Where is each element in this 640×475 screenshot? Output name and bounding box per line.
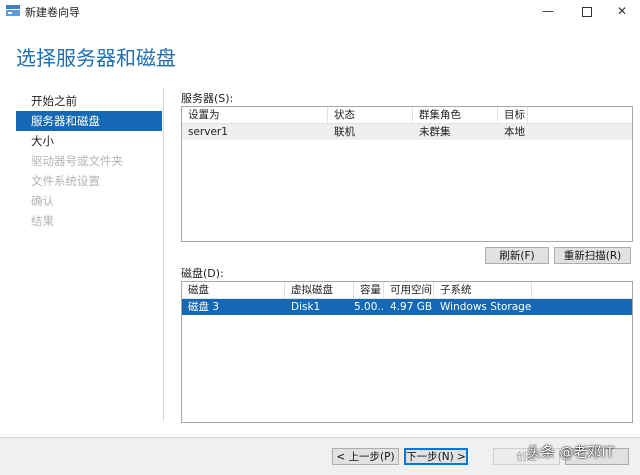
column-header-disk[interactable]: 磁盘 xyxy=(182,282,285,298)
table-row[interactable]: server1 联机 未群集 本地 xyxy=(182,124,632,140)
column-header-target[interactable]: 目标 xyxy=(498,107,528,123)
close-icon: ✕ xyxy=(616,4,628,18)
servers-table-header: 设置为 状态 群集角色 目标 xyxy=(182,107,632,124)
previous-button[interactable]: < 上一步(P) xyxy=(332,448,399,465)
watermark-text: 头条 @老邓IT xyxy=(527,445,615,461)
nav-divider xyxy=(163,88,164,421)
server-name-cell: server1 xyxy=(188,126,228,138)
wizard-steps-nav: 开始之前 服务器和磁盘 大小 驱动器号或文件夹 文件系统设置 确认 结果 xyxy=(16,91,162,231)
column-header-status[interactable]: 状态 xyxy=(328,107,413,123)
virtual-disk-cell: Disk1 xyxy=(291,301,321,313)
rescan-button[interactable]: 重新扫描(R) xyxy=(554,247,631,264)
capacity-cell: 5.00... xyxy=(354,301,384,313)
page-title: 选择服务器和磁盘 xyxy=(16,46,176,70)
servers-label: 服务器(S): xyxy=(181,92,234,105)
minimize-icon: — xyxy=(542,4,554,18)
nav-item-confirmation: 确认 xyxy=(31,194,54,208)
nav-item-file-system: 文件系统设置 xyxy=(31,174,100,188)
subsystem-cell: Windows Storage xyxy=(440,301,532,313)
server-role-cell: 未群集 xyxy=(419,126,451,138)
nav-item-before-you-begin[interactable]: 开始之前 xyxy=(16,91,162,111)
nav-item-drive-letter: 驱动器号或文件夹 xyxy=(31,154,123,168)
disks-table[interactable]: 磁盘 虚拟磁盘 容量 可用空间 子系统 磁盘 3 Disk1 5.00... 4… xyxy=(181,281,633,423)
column-header-capacity[interactable]: 容量 xyxy=(354,282,384,298)
table-row[interactable]: 磁盘 3 Disk1 5.00... 4.97 GB Windows Stora… xyxy=(182,299,632,315)
disks-table-header: 磁盘 虚拟磁盘 容量 可用空间 子系统 xyxy=(182,282,632,299)
close-button[interactable]: ✕ xyxy=(602,0,640,22)
refresh-button[interactable]: 刷新(F) xyxy=(485,247,549,264)
title-bar: 新建卷向导 — ✕ xyxy=(0,0,640,22)
column-header-subsystem[interactable]: 子系统 xyxy=(434,282,532,298)
next-button[interactable]: 下一步(N) > xyxy=(404,448,468,465)
maximize-button[interactable] xyxy=(567,0,607,22)
servers-table[interactable]: 设置为 状态 群集角色 目标 server1 联机 未群集 本地 xyxy=(181,106,633,242)
minimize-button[interactable]: — xyxy=(528,0,568,22)
free-space-cell: 4.97 GB xyxy=(390,301,433,313)
column-header-set-as[interactable]: 设置为 xyxy=(182,107,328,123)
disk-name-cell: 磁盘 3 xyxy=(188,301,220,313)
window-title: 新建卷向导 xyxy=(25,6,80,19)
maximize-icon xyxy=(582,6,592,17)
volume-wizard-icon xyxy=(6,5,20,16)
column-header-cluster-role[interactable]: 群集角色 xyxy=(413,107,498,123)
nav-item-server-and-disk[interactable]: 服务器和磁盘 xyxy=(16,111,162,131)
column-header-free-space[interactable]: 可用空间 xyxy=(384,282,434,298)
nav-item-results: 结果 xyxy=(31,214,54,228)
server-target-cell: 本地 xyxy=(504,126,525,138)
nav-item-size[interactable]: 大小 xyxy=(16,131,162,151)
disks-label: 磁盘(D): xyxy=(181,267,224,280)
server-status-cell: 联机 xyxy=(334,126,355,138)
column-header-virtual-disk[interactable]: 虚拟磁盘 xyxy=(285,282,354,298)
